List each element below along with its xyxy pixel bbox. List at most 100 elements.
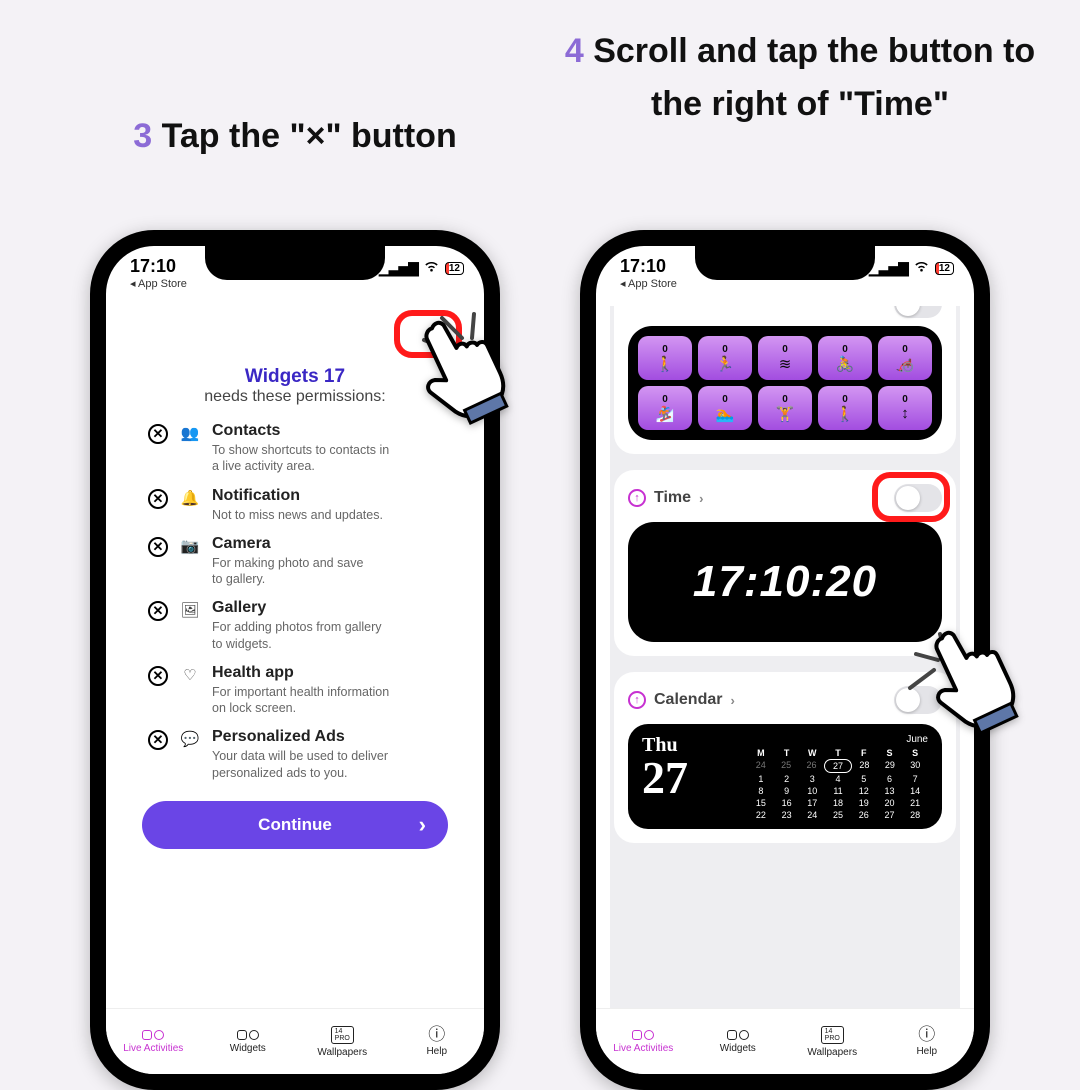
permission-icon: 🖼 (180, 601, 200, 619)
bottom-tab-bar: Live Activities Widgets 14 PRO Wallpaper… (596, 1008, 974, 1074)
tab-label: Wallpapers (317, 1047, 367, 1058)
permission-row: ✕ 💬 Personalized Ads Your data will be u… (148, 728, 448, 781)
battery-icon: 12 (445, 262, 464, 275)
activity-cell: 0🏂 (638, 386, 692, 430)
permission-desc: Your data will be used to deliver person… (212, 748, 448, 781)
permission-desc: Not to miss news and updates. (212, 507, 448, 523)
activity-cell: 0🚶 (638, 336, 692, 380)
activity-cell: 0↕ (878, 386, 932, 430)
status-back-link[interactable]: App Store (620, 277, 677, 290)
step-3-prefix: Tap (162, 117, 229, 155)
notch (695, 246, 875, 280)
time-toggle-highlight (872, 472, 950, 522)
permission-icon: 👥 (180, 424, 200, 442)
signal-icon: ▁▃▅▇ (379, 260, 418, 277)
step-4-title: 4 Scroll and tap the button to the right… (560, 25, 1040, 130)
permission-name: Camera (212, 535, 448, 553)
deny-icon: ✕ (148, 537, 168, 557)
tab-wallpapers[interactable]: 14 PRO Wallpapers (785, 1009, 880, 1074)
permission-icon: 🔔 (180, 489, 200, 507)
calendar-day: 27 (642, 757, 732, 798)
calendar-widget: Thu 27 June MTWTFSS 24252627282930123456… (628, 724, 942, 829)
permission-icon: 💬 (180, 730, 200, 748)
help-icon: ⓘ (428, 1026, 445, 1043)
widgets-icon (237, 1030, 259, 1040)
tab-label: Wallpapers (807, 1047, 857, 1058)
tab-label: Widgets (720, 1043, 756, 1054)
permission-icon: ♡ (180, 666, 200, 684)
tab-widgets[interactable]: Widgets (691, 1009, 786, 1074)
deny-icon: ✕ (148, 424, 168, 444)
step-4-text: Scroll and tap the button to the right o… (593, 32, 1035, 123)
live-activities-icon (142, 1030, 164, 1040)
step-3-bold: the "×" button (229, 117, 457, 155)
activity-cell: 0🏊 (698, 386, 752, 430)
tab-label: Help (916, 1046, 937, 1057)
deny-icon: ✕ (148, 601, 168, 621)
activity-cell: 0≋ (758, 336, 812, 380)
tab-label: Live Activities (613, 1043, 673, 1054)
permission-icon: 📷 (180, 537, 200, 555)
permission-row: ✕ ♡ Health app For important health info… (148, 664, 448, 717)
tab-help[interactable]: ⓘ Help (390, 1009, 485, 1074)
widgets-icon (727, 1030, 749, 1040)
step-3-title: 3 Tap the "×" button (60, 110, 530, 163)
status-time: 17:10 (620, 256, 677, 277)
permissions-list: ✕ 👥 Contacts To show shortcuts to contac… (142, 422, 448, 781)
tab-help[interactable]: ⓘ Help (880, 1009, 975, 1074)
permission-desc: To show shortcuts to contacts in a live … (212, 442, 448, 475)
permission-desc: For adding photos from gallery to widget… (212, 619, 448, 652)
tab-live-activities[interactable]: Live Activities (596, 1009, 691, 1074)
pointer-hand-icon (910, 610, 1030, 740)
activity-card: 0🚶0🏃0≋0🚴0🦽 0🏂0🏊0🏋0🚶0↕ (614, 306, 956, 454)
time-label[interactable]: Time (654, 489, 691, 507)
permission-name: Health app (212, 664, 448, 682)
continue-button[interactable]: Continue (142, 801, 448, 849)
arrow-up-icon: ↑ (628, 691, 646, 709)
activity-cell: 0🚶 (818, 386, 872, 430)
activity-cell: 0🦽 (878, 336, 932, 380)
tab-label: Live Activities (123, 1043, 183, 1054)
tab-wallpapers[interactable]: 14 PRO Wallpapers (295, 1009, 390, 1074)
status-back-link[interactable]: App Store (130, 277, 187, 290)
permission-desc: For important health information on lock… (212, 684, 448, 717)
time-toggle[interactable] (894, 484, 942, 512)
permission-row: ✕ 🔔 Notification Not to miss news and up… (148, 487, 448, 523)
activity-cell: 0🚴 (818, 336, 872, 380)
bottom-tab-bar: Live Activities Widgets 14 PRO Wallpaper… (106, 1008, 484, 1074)
activity-toggle[interactable] (894, 306, 942, 318)
permission-desc: For making photo and save to gallery. (212, 555, 448, 588)
permission-name: Personalized Ads (212, 728, 448, 746)
wifi-icon (423, 260, 440, 277)
step-3-number: 3 (133, 117, 152, 155)
deny-icon: ✕ (148, 730, 168, 750)
deny-icon: ✕ (148, 489, 168, 509)
activity-cell: 0🏋 (758, 386, 812, 430)
wifi-icon (913, 260, 930, 277)
pointer-hand-icon (400, 300, 520, 430)
tab-label: Help (426, 1046, 447, 1057)
tab-live-activities[interactable]: Live Activities (106, 1009, 201, 1074)
signal-icon: ▁▃▅▇ (869, 260, 908, 277)
tab-label: Widgets (230, 1043, 266, 1054)
deny-icon: ✕ (148, 666, 168, 686)
live-activities-icon (632, 1030, 654, 1040)
calendar-month: June (748, 734, 928, 745)
permission-row: ✕ 📷 Camera For making photo and save to … (148, 535, 448, 588)
calendar-label[interactable]: Calendar (654, 691, 722, 709)
battery-icon: 12 (935, 262, 954, 275)
step-4-number: 4 (565, 32, 584, 70)
tab-widgets[interactable]: Widgets (201, 1009, 296, 1074)
chevron-right-icon: › (730, 693, 734, 708)
activity-cell: 0🏃 (698, 336, 752, 380)
activity-widget: 0🚶0🏃0≋0🚴0🦽 0🏂0🏊0🏋0🚶0↕ (628, 326, 942, 440)
wallpapers-icon: 14 PRO (331, 1026, 354, 1044)
permission-name: Notification (212, 487, 448, 505)
chevron-right-icon: › (699, 491, 703, 506)
help-icon: ⓘ (918, 1026, 935, 1043)
permission-row: ✕ 🖼 Gallery For adding photos from galle… (148, 599, 448, 652)
wallpapers-icon: 14 PRO (821, 1026, 844, 1044)
arrow-up-icon: ↑ (628, 489, 646, 507)
status-time: 17:10 (130, 256, 187, 277)
permission-name: Gallery (212, 599, 448, 617)
